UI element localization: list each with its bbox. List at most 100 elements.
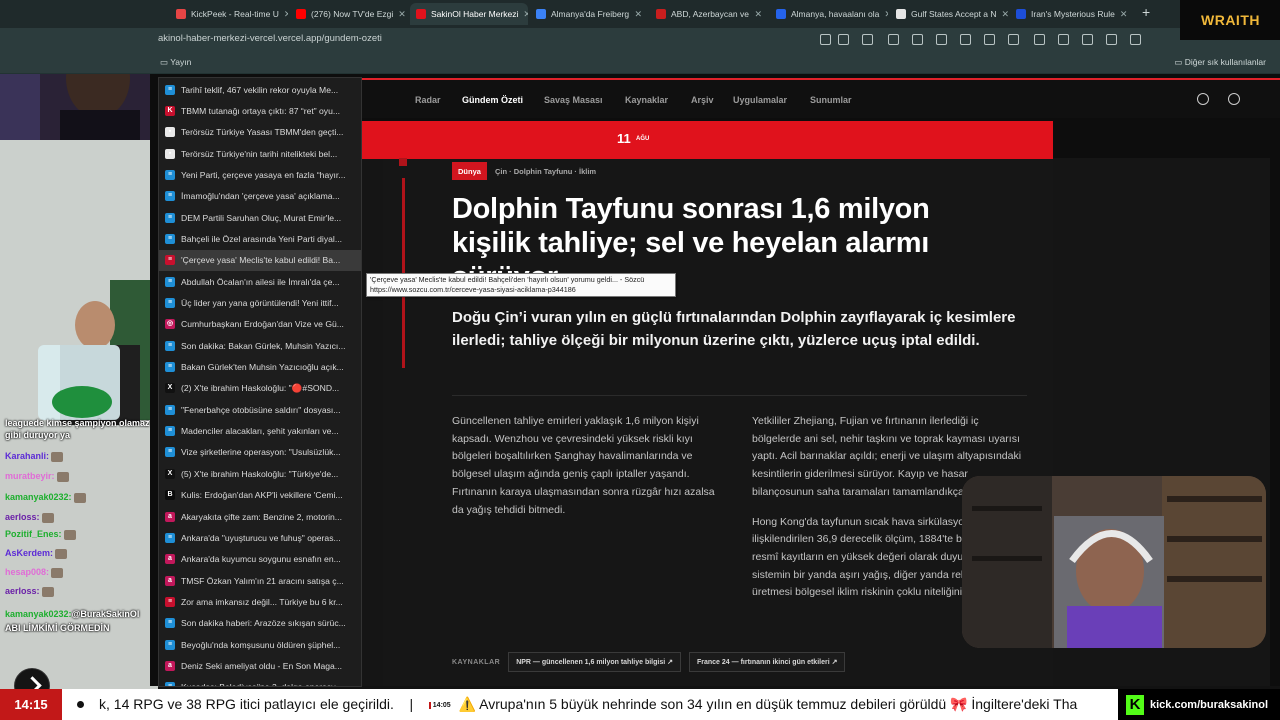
history-item[interactable]: ▪ Terörsüz Türkiye'nin tarihi nitelikteki… (159, 143, 361, 164)
history-item[interactable]: ≡ Yeni Parti, çerçeve yasaya en fazla “ha… (159, 164, 361, 185)
history-item[interactable]: ≡ Ankara'da "uyuşturucu ve fuhuş" operas.… (159, 527, 361, 548)
article-column-1: Güncellenen tahliye emirleri yaklaşık 1,… (452, 415, 715, 516)
chat-username[interactable]: aerloss: (5, 512, 40, 522)
source-link-france24[interactable]: France 24 — fırtınanın ikinci gün etkile… (689, 652, 846, 672)
site-favicon-icon: a (165, 575, 175, 586)
history-item-label: Cumhurbaşkanı Erdoğan'dan Vize ve Gü... (181, 319, 344, 330)
history-item-label: Akaryakıta çifte zam: Benzine 2, motorin… (181, 511, 342, 522)
other-bookmarks[interactable]: ▭ Diğer sık kullanılanlar (1174, 57, 1266, 68)
nav-item-1[interactable]: Radar (415, 95, 441, 105)
history-item[interactable]: B Kulis: Erdoğan'dan AKP'li vekillere 'Ce… (159, 485, 361, 506)
close-icon[interactable]: ✕ (523, 9, 528, 20)
emote-icon (51, 451, 64, 462)
history-item[interactable]: ≡ Üç lider yan yana görüntülendi! Yeni it… (159, 293, 361, 314)
chat-username[interactable]: kamanyak0232: (5, 492, 72, 502)
history-item[interactable]: ≡ Tarihî teklif, 467 vekilin rekor oyuyla… (159, 79, 361, 100)
history-item[interactable]: a Ankara'da kuyumcu soygunu esnafın en... (159, 549, 361, 570)
new-tab-icon[interactable]: + (1142, 4, 1150, 20)
close-icon[interactable]: ✕ (398, 9, 406, 20)
history-item[interactable]: ≡ DEM Partili Saruhan Oluç, Murat Emir'le… (159, 207, 361, 228)
history-item[interactable]: ≡ Madenciler alacakları, şehit yakınları … (159, 421, 361, 442)
toolbar-extension-icon[interactable] (820, 34, 831, 45)
history-item[interactable]: ≡ Beyoğlu'nda komşusunu öldüren şüphel... (159, 634, 361, 655)
site-favicon-icon: X (165, 383, 175, 394)
nav-item-4[interactable]: Kaynaklar (625, 95, 668, 105)
chat-message: AsKerdem: (5, 548, 68, 559)
history-item[interactable]: K TBMM tutanağı ortaya çıktı: 87 “ret” oy… (159, 100, 361, 121)
chat-username[interactable]: aerloss: (5, 586, 40, 596)
nav-item-5[interactable]: Arşiv (691, 95, 714, 105)
history-item[interactable]: ≡ Vize şirketlerine operasyon: "Usulsüzlü… (159, 442, 361, 463)
category-badge[interactable]: Dünya (452, 162, 487, 180)
tab-1[interactable]: KickPeek - Real-time U ✕ (170, 3, 288, 25)
close-icon[interactable]: ✕ (634, 9, 642, 20)
history-item[interactable]: X (2) X'te ibrahim Haskoloğlu: "🔴#SOND... (159, 378, 361, 399)
history-item-label: Üç lider yan yana görüntülendi! Yeni itt… (181, 298, 339, 308)
toolbar-extension-icon[interactable] (984, 34, 995, 45)
tab-5[interactable]: ABD, Azerbaycan ve ✕ (650, 3, 768, 25)
toolbar-extension-icon[interactable] (1082, 34, 1093, 45)
history-item[interactable]: ≡ Zor ama imkansız değil... Türkiye bu 6 … (159, 591, 361, 612)
nav-item-6[interactable]: Uygulamalar (733, 95, 787, 105)
history-item[interactable]: ≡ Bahçeli ile Özel arasında Yeni Parti di… (159, 228, 361, 249)
toolbar-extension-icon[interactable] (1008, 34, 1019, 45)
tab-3[interactable]: SakinOl Haber Merkezi ✕ (410, 3, 528, 25)
toolbar-extension-icon[interactable] (936, 34, 947, 45)
address-bar[interactable]: akinol-haber-merkezi-vercel.vercel.app/g… (0, 28, 1280, 52)
history-item[interactable]: ≡ Bakan Gürlek'ten Muhsin Yazıcıoğlu açık… (159, 357, 361, 378)
close-icon[interactable]: ✕ (754, 9, 762, 20)
toolbar-extension-icon[interactable] (838, 34, 849, 45)
nav-item-3[interactable]: Savaş Masası (544, 95, 603, 105)
history-item[interactable]: ≡ 'Çerçeve yasa' Meclis'te kabul edildi! … (159, 249, 361, 271)
tab-2[interactable]: (276) Now TV'de Ezgi ✕ (290, 3, 408, 25)
history-item[interactable]: ◎ Cumhurbaşkanı Erdoğan'dan Vize ve Gü... (159, 314, 361, 335)
target-icon[interactable] (1197, 93, 1209, 105)
tab-6[interactable]: Almanya, havaalanı ola ✕ (770, 3, 888, 25)
close-icon[interactable]: ✕ (884, 9, 888, 20)
tab-8[interactable]: Iran's Mysterious Rule ✕ (1010, 3, 1128, 25)
history-item[interactable]: ≡ Abdullah Öcalan'ın ailesi ile İmralı'da… (159, 271, 361, 292)
history-item[interactable]: ≡ Son dakika haberi: Arazöze sıkışan sürü… (159, 613, 361, 634)
sun-icon[interactable] (1228, 93, 1240, 105)
toolbar-extension-icon[interactable] (888, 34, 899, 45)
chat-message: ABI LİMKİMİ GÖRMEDİN (5, 623, 110, 633)
chat-username[interactable]: Pozitif_Enes: (5, 529, 62, 539)
tab-7[interactable]: Gulf States Accept a N ✕ (890, 3, 1008, 25)
chat-username[interactable]: Karahanli: (5, 451, 49, 461)
close-icon[interactable]: ✕ (284, 9, 288, 20)
close-icon[interactable]: ✕ (1120, 9, 1128, 20)
history-item[interactable]: X (5) X'te ibrahim Haskoloğlu: "Türkiye'd… (159, 463, 361, 484)
toolbar-extension-icon[interactable] (912, 34, 923, 45)
history-item[interactable]: ≡ "Fenerbahçe otobüsüne saldırı" dosyası.… (159, 399, 361, 420)
toolbar-extension-icon[interactable] (1106, 34, 1117, 45)
chat-username[interactable]: kamanyak0232: (5, 609, 72, 619)
screen: { "browser": { "tabs": [ {"label": "Kick… (0, 0, 1280, 720)
history-item[interactable]: ▪ Terörsüz Türkiye Yasası TBMM'den geçti.… (159, 122, 361, 143)
toolbar-extension-icon[interactable] (1034, 34, 1045, 45)
chat-username[interactable]: AsKerdem: (5, 548, 53, 558)
chat-username[interactable]: hesap008: (5, 567, 49, 577)
tab-4[interactable]: Almanya'da Freiberg ✕ (530, 3, 648, 25)
chat-username[interactable]: muratbeyir: (5, 471, 55, 481)
toolbar-extension-icon[interactable] (960, 34, 971, 45)
toolbar-extension-icon[interactable] (862, 34, 873, 45)
nav-item-7[interactable]: Sunumlar (810, 95, 852, 105)
history-item[interactable]: ≡ İmamoğlu'ndan 'çerçeve yasa' açıklama..… (159, 186, 361, 207)
history-item[interactable]: a TMSF Özkan Yalım'ın 21 aracını satışa ç… (159, 570, 361, 591)
history-item[interactable]: a Akaryakıta çifte zam: Benzine 2, motori… (159, 506, 361, 527)
close-icon[interactable]: ✕ (1002, 9, 1008, 20)
url-field[interactable]: akinol-haber-merkezi-vercel.vercel.app/g… (158, 33, 382, 44)
webcam-bottom-right (962, 476, 1266, 648)
chat-message: gibi duruyor ya (5, 430, 70, 440)
history-item[interactable]: a Deniz Seki ameliyat oldu - En Son Maga.… (159, 655, 361, 676)
source-link-npr[interactable]: NPR — güncellenen 1,6 milyon tahliye bil… (508, 652, 681, 672)
tab-label: SakinOl Haber Merkezi (431, 9, 519, 19)
toolbar-extension-icon[interactable] (1058, 34, 1069, 45)
history-item[interactable]: ≡ Kuşadası Belediyesi'ne 3. dalga operasy… (159, 677, 361, 686)
toolbar-extension-icon[interactable] (1130, 34, 1141, 45)
other-bookmarks-label: Diğer sık kullanılanlar (1184, 57, 1266, 67)
nav-item-2[interactable]: Gündem Özeti (462, 95, 523, 105)
bookmark-folder-yayin[interactable]: ▭ Yayın (160, 57, 191, 68)
history-item-label: 'Çerçeve yasa' Meclis'te kabul edildi! B… (181, 255, 341, 266)
history-item[interactable]: ≡ Son dakika: Bakan Gürlek, Muhsin Yazıcı… (159, 335, 361, 356)
